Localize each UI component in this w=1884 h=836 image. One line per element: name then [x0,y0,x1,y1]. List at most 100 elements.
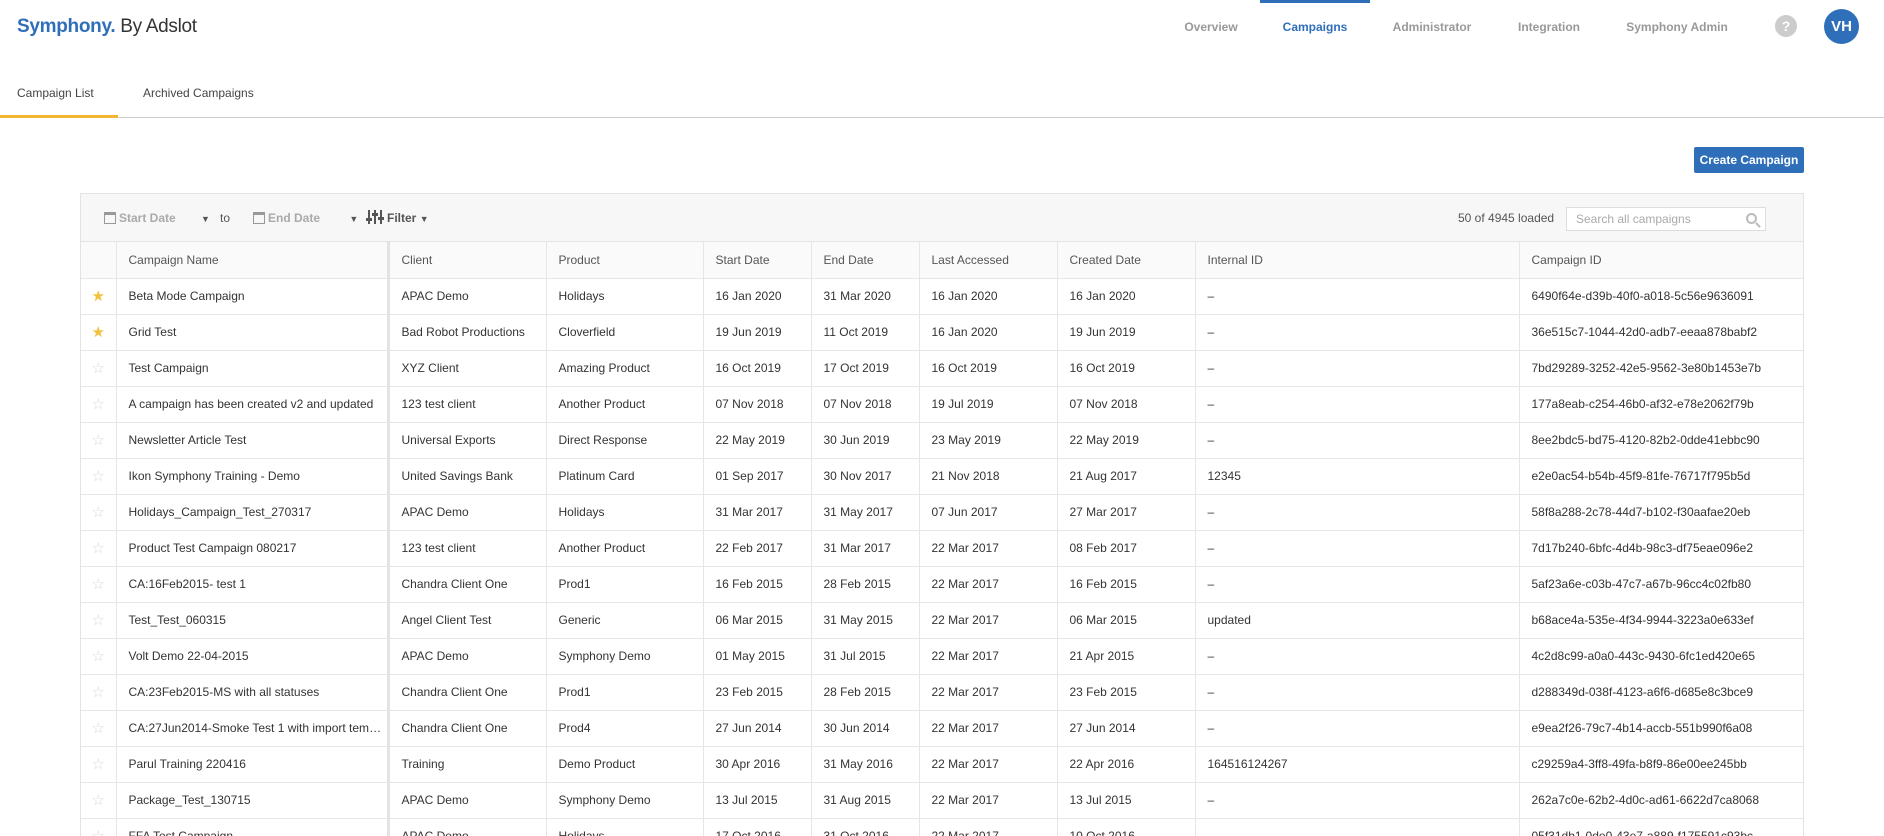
nav-campaigns[interactable]: Campaigns [1260,0,1370,52]
star-icon[interactable]: ☆ [92,396,105,413]
cell-campaign-name[interactable]: CA:27Jun2014-Smoke Test 1 with import te… [116,710,390,747]
star-icon[interactable]: ☆ [92,756,105,773]
cell-end-date: 31 Aug 2015 [811,782,920,819]
cell-product: Cloverfield [546,314,704,351]
nav-symphony-admin[interactable]: Symphony Admin [1618,0,1736,52]
star-icon[interactable]: ☆ [92,828,105,836]
cell-campaign-id: c29259a4-3ff8-49fa-b8f9-86e00ee245bb [1519,746,1803,783]
cell-campaign-name[interactable]: Grid Test [116,314,390,351]
cell-product: Holidays [546,278,704,315]
table-row[interactable]: ☆ Newsletter Article Test Universal Export… [81,422,1803,459]
column-header-internal-id[interactable]: Internal ID [1195,242,1520,279]
cell-campaign-name[interactable]: CA:16Feb2015- test 1 [116,566,390,603]
cell-product: Amazing Product [546,350,704,387]
logo[interactable]: Symphony. By Adslot [17,16,197,38]
cell-campaign-name[interactable]: FFA Test Campaign [116,818,390,836]
star-icon[interactable]: ☆ [92,360,105,377]
star-icon[interactable]: ☆ [92,792,105,809]
star-icon[interactable]: ☆ [92,504,105,521]
create-campaign-button[interactable]: Create Campaign [1694,147,1804,173]
cell-campaign-name[interactable]: Product Test Campaign 080217 [116,530,390,567]
table-row[interactable]: ☆ Product Test Campaign 080217 123 test cl… [81,530,1803,567]
cell-campaign-name[interactable]: Ikon Symphony Training - Demo [116,458,390,495]
cell-campaign-name[interactable]: A campaign has been created v2 and updat… [116,386,390,423]
search-input[interactable] [1567,208,1737,230]
cell-campaign-name[interactable]: Beta Mode Campaign [116,278,390,315]
table-row[interactable]: ☆ CA:23Feb2015-MS with all statuses Chandr… [81,674,1803,711]
cell-created-date: 27 Mar 2017 [1057,494,1196,531]
cell-end-date: 31 May 2016 [811,746,920,783]
cell-campaign-name[interactable]: Test Campaign [116,350,390,387]
cell-campaign-id: 36e515c7-1044-42d0-adb7-eeaa878babf2 [1519,314,1803,351]
filter-button[interactable]: Filter ▼ [366,194,429,242]
column-header-end-date[interactable]: End Date [811,242,920,279]
column-header-created-date[interactable]: Created Date [1057,242,1196,279]
star-icon[interactable]: ★ [92,288,105,305]
cell-campaign-name[interactable]: Holidays_Campaign_Test_270317 [116,494,390,531]
star-icon[interactable]: ☆ [92,720,105,737]
cell-last-accessed: 07 Jun 2017 [919,494,1058,531]
cell-product: Generic [546,602,704,639]
star-icon[interactable]: ☆ [92,540,105,557]
table-row[interactable]: ☆ Holidays_Campaign_Test_270317 APAC Demo H… [81,494,1803,531]
column-header-start-date[interactable]: Start Date [703,242,812,279]
table-row[interactable]: ☆ CA:27Jun2014-Smoke Test 1 with import t… [81,710,1803,747]
cell-last-accessed: 16 Jan 2020 [919,314,1058,351]
column-header-last-accessed[interactable]: Last Accessed [919,242,1058,279]
table-row[interactable]: ☆ CA:16Feb2015- test 1 Chandra Client One P… [81,566,1803,603]
table-row[interactable]: ☆ Ikon Symphony Training - Demo United Sav… [81,458,1803,495]
tab-archived-campaigns[interactable]: Archived Campaigns [143,76,263,118]
nav-administrator[interactable]: Administrator [1384,0,1480,52]
cell-client: Training [388,746,547,783]
cell-campaign-id: 262a7c0e-62b2-4d0c-ad61-6622d7ca8068 [1519,782,1803,819]
star-icon[interactable]: ☆ [92,684,105,701]
column-header-campaign-name[interactable]: Campaign Name [116,242,390,279]
table-row[interactable]: ☆ Volt Demo 22-04-2015 APAC Demo Symphony D… [81,638,1803,675]
cell-campaign-name[interactable]: Test_Test_060315 [116,602,390,639]
star-icon[interactable]: ☆ [92,612,105,629]
table-row[interactable]: ☆ Package_Test_130715 APAC Demo Symphony De… [81,782,1803,819]
table-row[interactable]: ★ Grid Test Bad Robot Productions Cloverfie… [81,314,1803,351]
help-icon[interactable]: ? [1775,15,1797,37]
cell-internal-id: – [1195,674,1520,711]
favorite-cell: ☆ [81,602,117,639]
cell-internal-id: 12345 [1195,458,1520,495]
table-row[interactable]: ☆ Parul Training 220416 Training Demo Produ… [81,746,1803,783]
cell-start-date: 13 Jul 2015 [703,782,812,819]
user-avatar[interactable]: VH [1824,9,1859,44]
star-icon[interactable]: ☆ [92,468,105,485]
search-icon[interactable] [1746,213,1757,224]
table-row[interactable]: ★ Beta Mode Campaign APAC Demo Holidays 16 J… [81,278,1803,315]
star-icon[interactable]: ☆ [92,576,105,593]
star-icon[interactable]: ☆ [92,432,105,449]
favorite-cell: ☆ [81,386,117,423]
start-date-picker[interactable]: Start Date ▼ [104,194,210,242]
cell-campaign-name[interactable]: Package_Test_130715 [116,782,390,819]
table-row[interactable]: ☆ Test_Test_060315 Angel Client Test Generi… [81,602,1803,639]
table-header-row: Campaign Name Client Product Start Date … [81,242,1803,279]
cell-campaign-id: d288349d-038f-4123-a6f6-d685e8c3bce9 [1519,674,1803,711]
cell-campaign-name[interactable]: Newsletter Article Test [116,422,390,459]
star-icon[interactable]: ★ [92,324,105,341]
cell-product: Prod1 [546,674,704,711]
cell-campaign-name[interactable]: Volt Demo 22-04-2015 [116,638,390,675]
column-header-client[interactable]: Client [388,242,547,279]
cell-created-date: 19 Jun 2019 [1057,314,1196,351]
cell-last-accessed: 23 May 2019 [919,422,1058,459]
cell-campaign-id: 58f8a288-2c78-44d7-b102-f30aafae20eb [1519,494,1803,531]
cell-created-date: 16 Jan 2020 [1057,278,1196,315]
cell-campaign-id: e9ea2f26-79c7-4b14-accb-551b990f6a08 [1519,710,1803,747]
tab-campaign-list[interactable]: Campaign List [0,76,118,118]
star-icon[interactable]: ☆ [92,648,105,665]
table-row[interactable]: ☆ A campaign has been created v2 and upda… [81,386,1803,423]
end-date-picker[interactable]: End Date ▼ [253,194,358,242]
column-header-product[interactable]: Product [546,242,704,279]
table-row[interactable]: ☆ FFA Test CampaignAPAC DemoHolidays17 Oc… [81,818,1803,836]
column-header-campaign-id[interactable]: Campaign ID [1519,242,1803,279]
cell-campaign-name[interactable]: CA:23Feb2015-MS with all statuses [116,674,390,711]
table-row[interactable]: ☆ Test Campaign XYZ Client Amazing Product 1… [81,350,1803,387]
caret-down-icon: ▼ [419,214,429,224]
cell-campaign-name[interactable]: Parul Training 220416 [116,746,390,783]
nav-integration[interactable]: Integration [1505,0,1593,52]
nav-overview[interactable]: Overview [1171,0,1251,52]
